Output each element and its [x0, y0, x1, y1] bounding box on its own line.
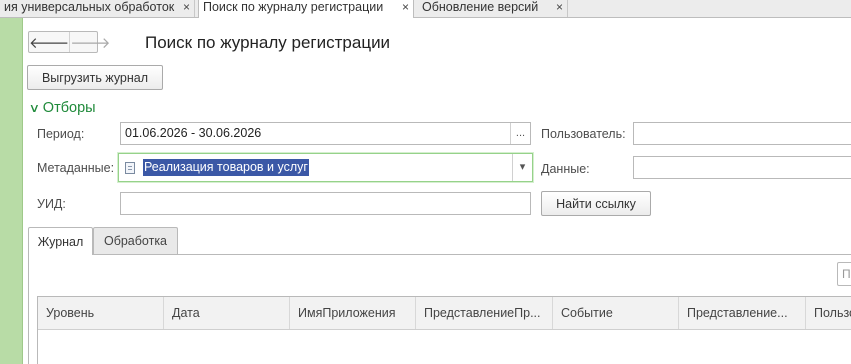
- back-arrow-icon[interactable]: 🡐: [29, 32, 69, 52]
- export-log-button[interactable]: Выгрузить журнал: [27, 65, 163, 90]
- page-title: Поиск по журналу регистрации: [145, 33, 391, 52]
- uid-label: УИД:: [37, 197, 66, 211]
- column-header-application[interactable]: ИмяПриложения: [290, 297, 416, 329]
- close-icon[interactable]: ×: [402, 0, 409, 14]
- filters-header-label: Отборы: [42, 100, 96, 116]
- tab-label: ия универсальных обработок: [4, 0, 175, 14]
- column-header-app-presentation[interactable]: ПредставлениеПр...: [416, 297, 553, 329]
- close-icon[interactable]: ×: [183, 0, 190, 14]
- period-value: 01.06.2026 - 30.06.2026: [125, 126, 262, 140]
- column-header-user[interactable]: Пользо: [806, 297, 851, 329]
- log-table: Уровень Дата ИмяПриложения Представление…: [37, 296, 851, 364]
- tab-label: Поиск по журналу регистрации: [203, 0, 384, 14]
- metadata-field[interactable]: Реализация товаров и услуг ▾: [118, 153, 533, 182]
- metadata-label: Метаданные:: [37, 161, 115, 175]
- period-label: Период:: [37, 127, 85, 141]
- tab-processing[interactable]: Обработка: [93, 227, 178, 254]
- table-header: Уровень Дата ИмяПриложения Представление…: [38, 297, 851, 330]
- document-icon: [125, 162, 135, 174]
- navigation-buttons: 🡐 🡒: [28, 31, 110, 53]
- column-header-level[interactable]: Уровень: [38, 297, 164, 329]
- sidebar-panel: [0, 18, 23, 364]
- tab-panel-border: [28, 254, 851, 255]
- tab-label: Обновление версий: [422, 0, 539, 14]
- data-field[interactable]: [633, 156, 851, 179]
- period-select-button[interactable]: ...: [510, 123, 530, 144]
- uid-field[interactable]: [120, 192, 531, 215]
- user-label: Пользователь:: [541, 127, 626, 141]
- filters-group-header[interactable]: ∨ Отборы: [28, 100, 96, 116]
- tab-version-update[interactable]: Обновление версий ×: [418, 0, 568, 17]
- forward-arrow-icon[interactable]: 🡒: [69, 32, 110, 52]
- data-label: Данные:: [541, 162, 590, 176]
- close-icon[interactable]: ×: [556, 0, 563, 14]
- user-field[interactable]: [633, 122, 851, 145]
- tab-bar: ия универсальных обработок × Поиск по жу…: [0, 0, 851, 18]
- tab-universal-processing[interactable]: ия универсальных обработок ×: [0, 0, 195, 17]
- tab-journal[interactable]: Журнал: [28, 227, 93, 255]
- column-header-date[interactable]: Дата: [164, 297, 290, 329]
- tab-registration-log-search[interactable]: Поиск по журналу регистрации ×: [198, 0, 414, 18]
- column-header-event-presentation[interactable]: Представление...: [679, 297, 806, 329]
- chevron-down-icon: ∨: [28, 101, 41, 115]
- period-field[interactable]: 01.06.2026 - 30.06.2026 ...: [120, 122, 531, 145]
- search-input[interactable]: П: [837, 262, 851, 286]
- tab-panel-border-left: [28, 254, 29, 364]
- dropdown-arrow-icon[interactable]: ▾: [512, 154, 532, 181]
- metadata-value: Реализация товаров и услуг: [143, 159, 309, 176]
- column-header-event[interactable]: Событие: [553, 297, 679, 329]
- find-link-button[interactable]: Найти ссылку: [541, 191, 651, 216]
